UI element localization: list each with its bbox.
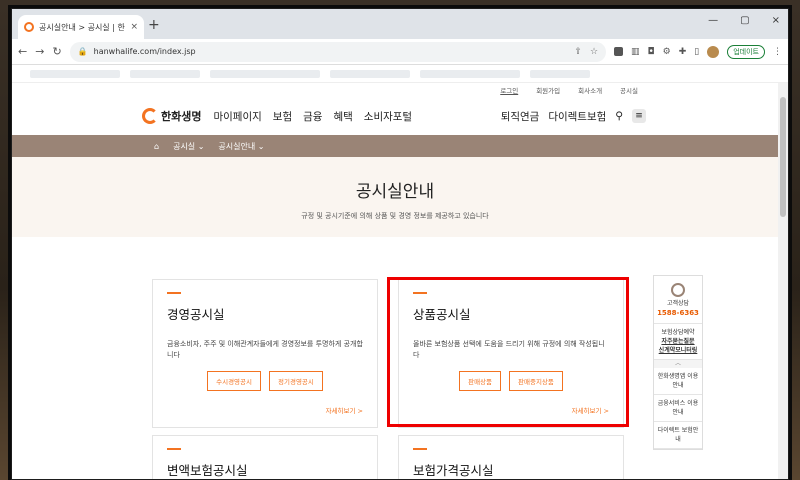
nav-insurance[interactable]: 보험 bbox=[273, 109, 292, 124]
disclosure-link[interactable]: 공시실 bbox=[620, 85, 638, 95]
lock-icon[interactable]: 🔒 bbox=[78, 47, 88, 56]
quick-link[interactable]: 자주묻는질문 bbox=[656, 337, 700, 346]
scrollbar[interactable] bbox=[778, 83, 788, 479]
nav-pension[interactable]: 퇴직연금 bbox=[501, 109, 540, 124]
site-logo[interactable]: 한화생명 bbox=[142, 108, 201, 124]
quick-link[interactable]: 한화생명앱 이용안내 bbox=[654, 368, 702, 395]
tab-title: 공시실안내 > 공시실 | 한화생명 bbox=[39, 22, 125, 32]
headset-icon bbox=[671, 283, 685, 297]
back-icon[interactable]: ← bbox=[18, 45, 27, 58]
browser-toolbar: ← → ↻ 🔒 hanwhalife.com/index.jsp ⇪ ☆ ▥ ◘… bbox=[12, 39, 788, 65]
breadcrumb: ⌂ 공시실 ⌄ 공시실안내 ⌄ bbox=[12, 135, 778, 157]
blurred-bookmark bbox=[30, 69, 120, 78]
window-controls: — ▢ × bbox=[708, 15, 780, 26]
global-nav: 한화생명 마이페이지 보험 금융 혜택 소비자포털 퇴직연금 다이렉트보험 ⚲ … bbox=[12, 97, 778, 135]
nav-mypage[interactable]: 마이페이지 bbox=[213, 109, 261, 124]
sidepanel-icon[interactable]: ▯ bbox=[694, 47, 699, 57]
quick-link[interactable]: 다이렉트 보험안내 bbox=[654, 422, 702, 449]
new-tab-button[interactable]: + bbox=[148, 17, 160, 33]
hanwha-favicon-icon bbox=[24, 22, 34, 32]
reload-icon[interactable]: ↻ bbox=[52, 45, 61, 58]
scroll-thumb[interactable] bbox=[780, 97, 786, 217]
update-button[interactable]: 업데이트 bbox=[727, 44, 765, 59]
company-link[interactable]: 회사소개 bbox=[578, 85, 602, 95]
minimize-button[interactable]: — bbox=[708, 15, 718, 26]
home-icon[interactable]: ⌂ bbox=[154, 142, 159, 151]
extension-icon[interactable] bbox=[614, 47, 624, 56]
blurred-bookmark bbox=[210, 69, 320, 78]
page-description: 규정 및 공시기준에 의해 상품 및 경영 정보를 제공하고 있습니다 bbox=[301, 212, 489, 220]
search-icon[interactable]: ⚲ bbox=[615, 110, 623, 122]
blurred-bookmark bbox=[530, 69, 590, 78]
url-text: hanwhalife.com/index.jsp bbox=[93, 47, 196, 56]
quick-link[interactable]: 신계약모니터링 bbox=[656, 346, 700, 355]
tab-strip: 공시실안내 > 공시실 | 한화생명 × + — ▢ × bbox=[12, 9, 788, 39]
tab-close-icon[interactable]: × bbox=[130, 22, 138, 32]
card-title: 경영공시실 bbox=[167, 307, 225, 322]
logo-text: 한화생명 bbox=[161, 110, 202, 123]
blurred-bookmark bbox=[420, 69, 520, 78]
bookmark-star-icon[interactable]: ☆ bbox=[590, 47, 598, 57]
regular-disclosure-button[interactable]: 정기경영공시 bbox=[269, 371, 323, 391]
address-bar[interactable]: 🔒 hanwhalife.com/index.jsp ⇪ ☆ bbox=[69, 41, 607, 62]
bookmarks-bar bbox=[12, 65, 788, 83]
ext-gear-icon[interactable]: ⚙ bbox=[663, 47, 671, 57]
hamburger-menu-icon[interactable]: ≡ bbox=[632, 109, 646, 123]
blurred-bookmark bbox=[130, 69, 200, 78]
card-description: 금융소비자, 주주 및 이해관계자들에게 경영정보를 투명하게 공개합니다 bbox=[167, 340, 363, 359]
more-link[interactable]: 자세히보기 > bbox=[167, 405, 363, 415]
maximize-button[interactable]: ▢ bbox=[740, 15, 749, 26]
hero-section: 공시실안내 규정 및 공시기준에 의해 상품 및 경영 정보를 제공하고 있습니… bbox=[12, 157, 778, 237]
browser-window: 공시실안내 > 공시실 | 한화생명 × + — ▢ × ← → ↻ 🔒 han… bbox=[11, 8, 789, 480]
adhoc-disclosure-button[interactable]: 수시경영공시 bbox=[207, 371, 261, 391]
card-variable-insurance[interactable]: 변액보험공시실 bbox=[152, 435, 378, 479]
util-links: 로그인 회원가입 회사소개 공시실 bbox=[12, 83, 778, 97]
card-title: 변액보험공시실 bbox=[167, 463, 248, 478]
forward-icon[interactable]: → bbox=[35, 45, 44, 58]
login-link[interactable]: 로그인 bbox=[500, 85, 518, 95]
profile-menu-icon[interactable]: ▥ bbox=[631, 47, 640, 57]
nav-consumer-portal[interactable]: 소비자포털 bbox=[364, 109, 412, 124]
card-title: 보험가격공시실 bbox=[413, 463, 494, 478]
puzzle-icon[interactable]: ✚ bbox=[679, 47, 687, 57]
nav-finance[interactable]: 금융 bbox=[303, 109, 322, 124]
quick-link[interactable]: 보험상담예약 bbox=[656, 328, 700, 337]
red-highlight-box bbox=[387, 277, 629, 427]
web-page: 로그인 회원가입 회사소개 공시실 한화생명 마이페이지 보험 금융 혜택 소비… bbox=[12, 83, 778, 479]
camera-icon[interactable]: ◘ bbox=[648, 47, 655, 57]
blurred-bookmark bbox=[330, 69, 410, 78]
nav-direct-insurance[interactable]: 다이렉트보험 bbox=[548, 109, 606, 124]
signup-link[interactable]: 회원가입 bbox=[536, 85, 560, 95]
quick-menu: 고객상담 1588-6363 보험상담예약 자주묻는질문 신계약모니터링 ︿ 한… bbox=[653, 275, 703, 450]
consult-label: 고객상담 bbox=[666, 300, 690, 307]
page-title: 공시실안내 bbox=[355, 182, 435, 202]
breadcrumb-item[interactable]: 공시실 ⌄ bbox=[173, 141, 204, 152]
close-window-button[interactable]: × bbox=[772, 15, 780, 26]
breadcrumb-item[interactable]: 공시실안내 ⌄ bbox=[218, 141, 264, 152]
disclosure-cards: 경영공시실 금융소비자, 주주 및 이해관계자들에게 경영정보를 투명하게 공개… bbox=[12, 237, 778, 479]
card-insurance-price[interactable]: 보험가격공시실 bbox=[398, 435, 624, 479]
avatar[interactable] bbox=[707, 45, 720, 58]
browser-tab[interactable]: 공시실안내 > 공시실 | 한화생명 × bbox=[18, 15, 144, 39]
share-icon[interactable]: ⇪ bbox=[574, 47, 582, 57]
chevron-up-icon[interactable]: ︿ bbox=[654, 359, 702, 368]
quick-link[interactable]: 금융서비스 이용안내 bbox=[654, 395, 702, 422]
hanwha-logo-icon bbox=[142, 108, 158, 124]
nav-benefits[interactable]: 혜택 bbox=[333, 109, 352, 124]
more-menu-icon[interactable]: ⋮ bbox=[773, 47, 782, 57]
card-management: 경영공시실 금융소비자, 주주 및 이해관계자들에게 경영정보를 투명하게 공개… bbox=[152, 279, 378, 428]
phone-number[interactable]: 1588-6363 bbox=[656, 308, 700, 319]
